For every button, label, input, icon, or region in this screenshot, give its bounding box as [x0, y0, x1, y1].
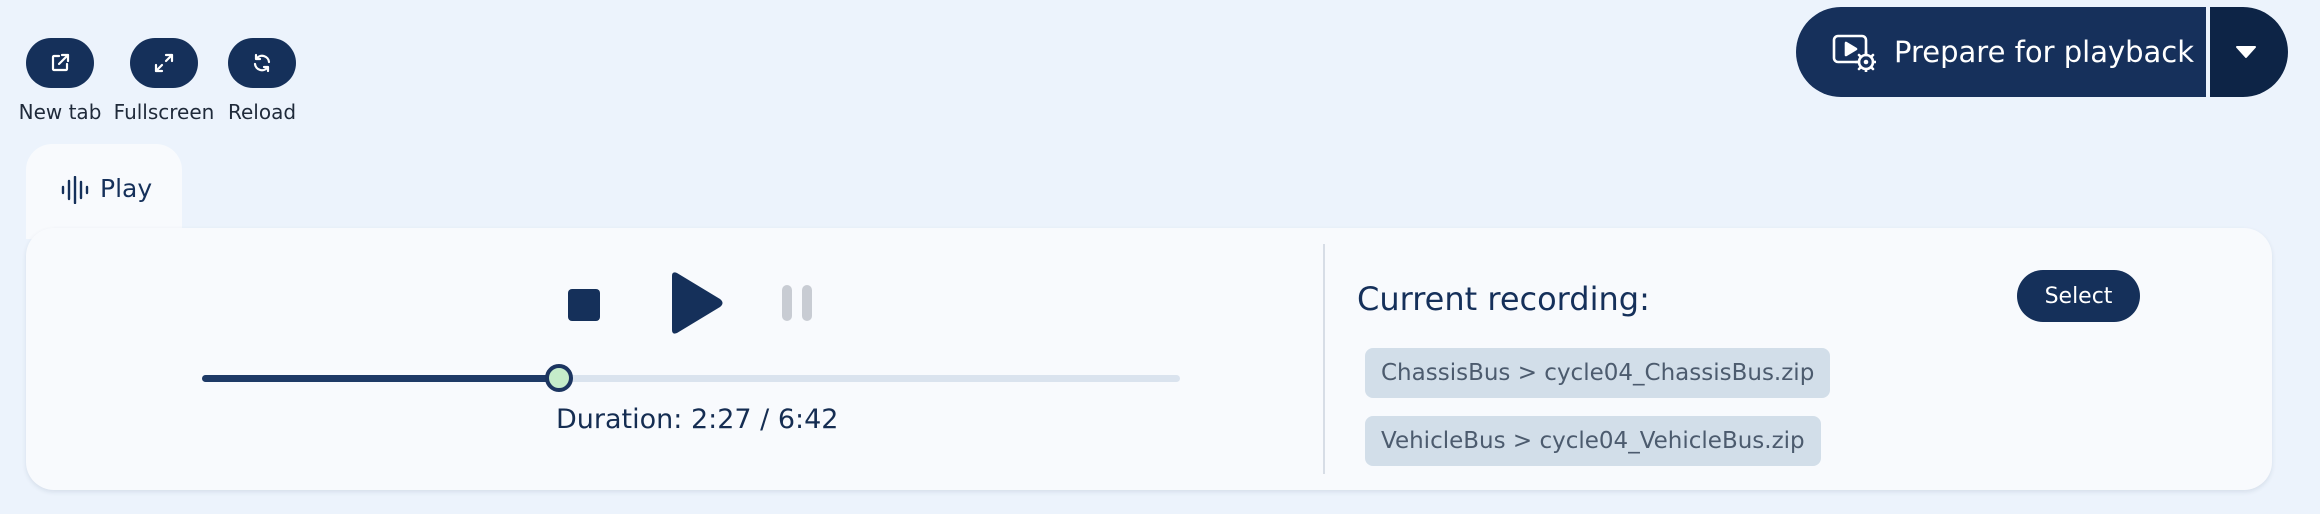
- caret-down-icon: [2236, 46, 2256, 58]
- fullscreen-circle[interactable]: [130, 38, 198, 88]
- toolbar: New tab Fullscreen Reload: [0, 38, 320, 128]
- prepare-dropdown-button[interactable]: [2210, 7, 2288, 97]
- recording-file-chip: VehicleBus > cycle04_VehicleBus.zip: [1365, 416, 1821, 466]
- duration-text: Duration: 2:27 / 6:42: [556, 404, 839, 435]
- expand-icon: [154, 53, 174, 73]
- new-tab-button[interactable]: New tab: [0, 38, 120, 124]
- slider-fill: [202, 375, 559, 382]
- current-recording-title: Current recording:: [1357, 280, 1650, 318]
- prepare-split-button: Prepare for playback: [1796, 7, 2288, 97]
- reload-circle[interactable]: [228, 38, 296, 88]
- panel-divider: [1323, 244, 1325, 474]
- playback-panel: Duration: 2:27 / 6:42 Current recording:…: [26, 228, 2272, 490]
- pause-bar-right: [802, 285, 812, 321]
- slider-thumb[interactable]: [544, 364, 573, 392]
- pause-bar-left: [782, 285, 792, 321]
- play-icon: [672, 272, 723, 334]
- new-tab-circle[interactable]: [26, 38, 94, 88]
- recording-file-chip: ChassisBus > cycle04_ChassisBus.zip: [1365, 348, 1831, 398]
- reload-label: Reload: [227, 100, 297, 124]
- prepare-for-playback-button[interactable]: Prepare for playback: [1796, 7, 2206, 97]
- select-button[interactable]: Select: [2017, 270, 2140, 322]
- stop-button[interactable]: [568, 289, 600, 321]
- new-tab-label: New tab: [18, 100, 102, 124]
- pause-button: [780, 285, 814, 321]
- tab-play-label: Play: [100, 174, 153, 203]
- external-link-icon: [51, 53, 70, 72]
- playback-slider[interactable]: [202, 364, 1180, 392]
- reload-button[interactable]: Reload: [202, 38, 322, 124]
- reload-icon: [253, 53, 271, 73]
- prepare-label: Prepare for playback: [1894, 35, 2195, 69]
- play-button[interactable]: [666, 270, 726, 336]
- video-settings-icon: [1832, 34, 1876, 72]
- tab-play[interactable]: Play: [26, 144, 182, 239]
- waveform-icon: [61, 176, 89, 204]
